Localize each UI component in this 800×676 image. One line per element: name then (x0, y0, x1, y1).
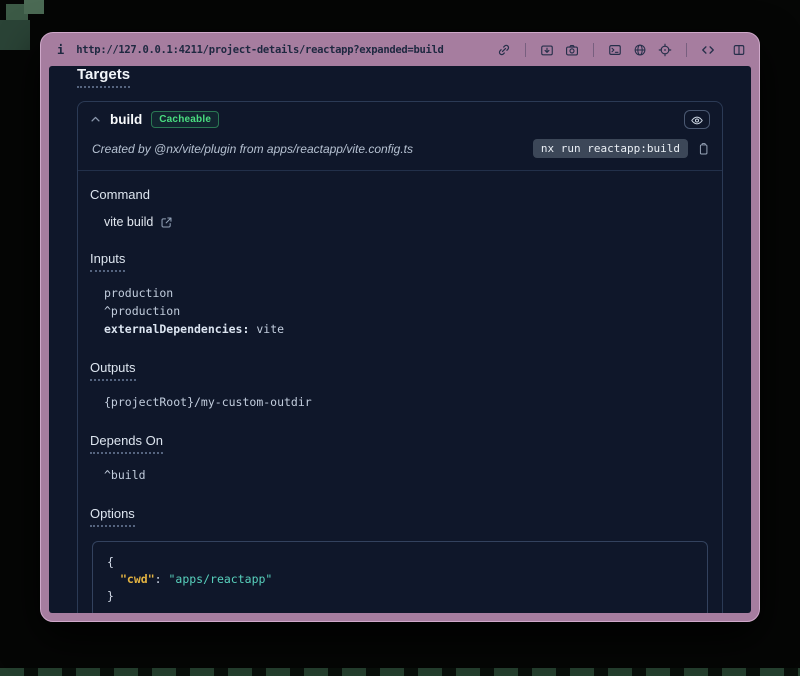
input-item: ^production (104, 302, 708, 320)
created-by-row: Created by @nx/vite/plugin from apps/rea… (78, 137, 722, 170)
code-line: { (107, 554, 693, 571)
browser-toolbar: i http://127.0.0.1:4211/project-details/… (49, 33, 751, 66)
depends-on-item: ^build (104, 466, 708, 484)
options-heading: Options (90, 506, 135, 527)
crosshair-icon[interactable] (657, 42, 673, 58)
outputs-heading: Outputs (90, 360, 136, 381)
eye-icon (690, 114, 704, 127)
command-value: vite build (104, 215, 153, 229)
target-card-build: build Cacheable Created by @nx/vite/plug… (77, 101, 723, 613)
created-by-text: Created by @nx/vite/plugin from apps/rea… (92, 142, 413, 156)
info-icon: i (57, 43, 64, 57)
toolbar-actions (496, 42, 747, 58)
link-icon[interactable] (496, 42, 512, 58)
json-colon: : (155, 572, 169, 586)
input-named-key: externalDependencies: (104, 322, 249, 336)
desktop-fragment (0, 20, 30, 50)
json-key: "cwd" (120, 572, 155, 586)
output-item: {projectRoot}/my-custom-outdir (104, 393, 708, 411)
open-config-button[interactable] (160, 216, 173, 229)
camera-icon[interactable] (564, 42, 580, 58)
eye-button[interactable] (684, 110, 710, 129)
chevron-up-icon (90, 114, 101, 125)
copy-button[interactable] (697, 142, 710, 156)
depends-on-list: ^build (104, 466, 708, 484)
targets-heading: Targets (77, 66, 130, 88)
command-heading: Command (90, 187, 150, 202)
terminal-icon[interactable] (607, 42, 623, 58)
desktop-background: i http://127.0.0.1:4211/project-details/… (0, 0, 800, 676)
cacheable-badge: Cacheable (151, 111, 219, 128)
build-target-details: Command vite build Inputs (78, 170, 722, 613)
globe-icon[interactable] (632, 42, 648, 58)
toolbar-separator (593, 43, 594, 57)
code-line: } (107, 588, 693, 605)
build-target-header[interactable]: build Cacheable (78, 102, 722, 137)
options-code-block: { "cwd": "apps/reactapp" } (92, 541, 708, 613)
input-item-named: externalDependencies: vite (104, 320, 708, 338)
split-view-icon[interactable] (731, 42, 747, 58)
inputs-heading: Inputs (90, 251, 125, 272)
inputs-list: production ^production externalDependenc… (104, 284, 708, 338)
desktop-fragment (0, 668, 800, 676)
nx-project-details-window: i http://127.0.0.1:4211/project-details/… (40, 32, 760, 622)
depends-on-heading: Depends On (90, 433, 163, 454)
toolbar-separator (686, 43, 687, 57)
external-link-icon (160, 216, 173, 229)
outputs-list: {projectRoot}/my-custom-outdir (104, 393, 708, 411)
frame-capture-icon[interactable] (539, 42, 555, 58)
project-details-page: Targets build Cacheable (49, 66, 751, 613)
code-icon[interactable] (700, 42, 716, 58)
command-value-row: vite build (104, 215, 708, 229)
address-url: http://127.0.0.1:4211/project-details/re… (76, 44, 443, 56)
copy-icon (697, 142, 710, 156)
code-line: "cwd": "apps/reactapp" (107, 571, 693, 588)
toolbar-separator (525, 43, 526, 57)
target-name: build (110, 112, 142, 127)
input-item: production (104, 284, 708, 302)
json-string-value: "apps/reactapp" (168, 572, 272, 586)
desktop-fragment (24, 0, 44, 14)
input-named-value: vite (256, 322, 284, 336)
run-command-chip: nx run reactapp:build (533, 139, 688, 158)
